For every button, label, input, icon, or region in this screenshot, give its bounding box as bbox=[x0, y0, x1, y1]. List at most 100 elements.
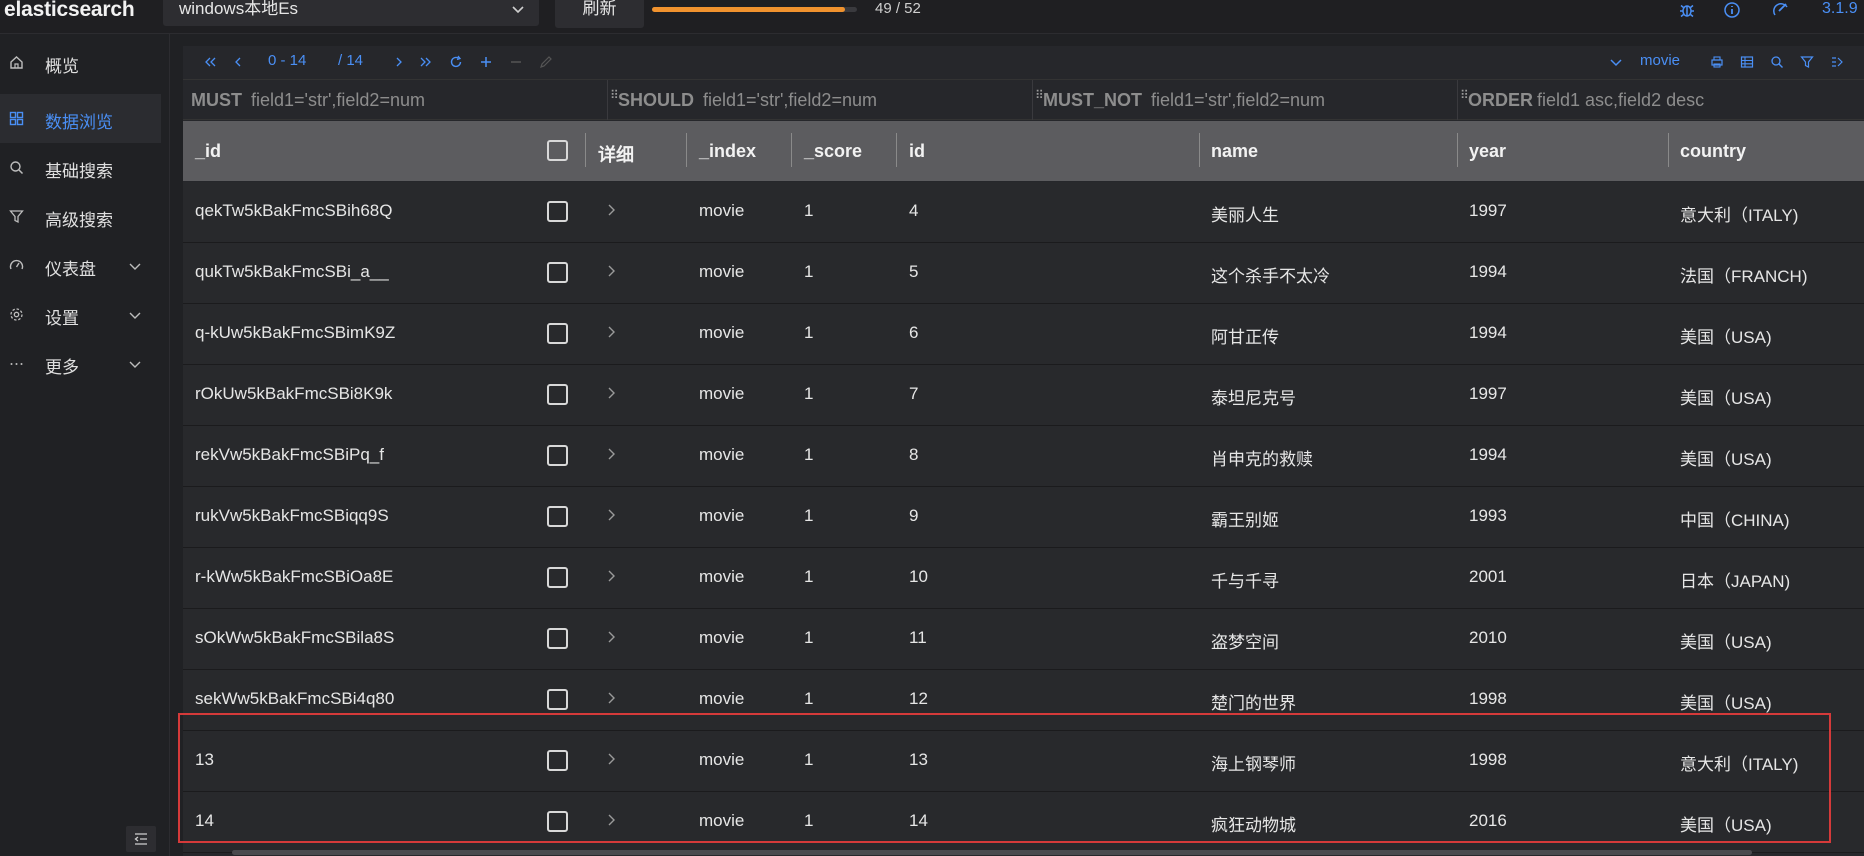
connection-select-value: windows本地Es bbox=[179, 0, 299, 18]
column-divider[interactable] bbox=[686, 133, 687, 167]
first-page-icon[interactable] bbox=[203, 55, 217, 69]
prev-page-icon[interactable] bbox=[231, 55, 245, 69]
expand-row-icon[interactable] bbox=[604, 813, 618, 827]
sidebar-item-advanced-search[interactable]: 高级搜索 bbox=[0, 192, 161, 241]
row-checkbox[interactable] bbox=[547, 689, 568, 710]
cell-country: 美国（USA) bbox=[1680, 816, 1772, 835]
table-view-icon[interactable] bbox=[1740, 55, 1754, 69]
select-all-checkbox[interactable] bbox=[547, 140, 568, 161]
last-page-icon[interactable] bbox=[419, 55, 433, 69]
order-filter-input[interactable]: ⠿ ORDER field1 asc,field2 desc bbox=[1458, 80, 1864, 120]
table-header: _id 详细 _index _score id name year countr… bbox=[183, 121, 1864, 181]
chevron-down-icon[interactable] bbox=[1609, 55, 1623, 69]
cell-index: movie bbox=[699, 811, 745, 830]
expand-row-icon[interactable] bbox=[604, 691, 618, 705]
print-icon[interactable] bbox=[1710, 55, 1724, 69]
search-icon[interactable] bbox=[1770, 55, 1784, 69]
collapse-sidebar-button[interactable] bbox=[126, 826, 156, 852]
column-divider[interactable] bbox=[791, 133, 792, 167]
sidebar: 概览 数据浏览 基础搜索 高级搜索 仪表盘 设置 更多 bbox=[0, 34, 170, 856]
refresh-icon[interactable] bbox=[449, 55, 463, 69]
drag-handle-icon[interactable]: ⠿ bbox=[1035, 89, 1044, 106]
row-checkbox[interactable] bbox=[547, 567, 568, 588]
row-checkbox[interactable] bbox=[547, 201, 568, 222]
table-row[interactable]: rekVw5kBakFmcSBiPq_f movie 1 8 肖申克的救赎 19… bbox=[183, 426, 1864, 487]
table-row[interactable]: 13 movie 1 13 海上钢琴师 1998 意大利（ITALY) bbox=[183, 731, 1864, 792]
refresh-button[interactable]: 刷新 bbox=[555, 0, 644, 28]
sidebar-item-dashboard[interactable]: 仪表盘 bbox=[0, 241, 161, 290]
row-checkbox[interactable] bbox=[547, 384, 568, 405]
cell-name: 霸王别姬 bbox=[1211, 511, 1279, 530]
sidebar-item-settings[interactable]: 设置 bbox=[0, 290, 161, 339]
cell-index: movie bbox=[699, 262, 745, 281]
filter-key: MUST bbox=[191, 90, 242, 110]
must-not-filter-input[interactable]: ⠿ MUST_NOT field1='str',field2=num bbox=[1033, 80, 1458, 120]
column-divider[interactable] bbox=[585, 133, 586, 167]
column-header-year[interactable]: year bbox=[1469, 141, 1506, 162]
column-header-id[interactable]: _id bbox=[195, 141, 221, 162]
table-row[interactable]: sekWw5kBakFmcSBi4q80 movie 1 12 楚门的世界 19… bbox=[183, 670, 1864, 731]
cell-id-field: 5 bbox=[909, 262, 919, 281]
sidebar-item-label: 设置 bbox=[45, 309, 79, 328]
column-header-score[interactable]: _score bbox=[804, 141, 862, 162]
sidebar-item-data-browse[interactable]: 数据浏览 bbox=[0, 94, 161, 143]
column-header-country[interactable]: country bbox=[1680, 141, 1746, 162]
table-row[interactable]: 14 movie 1 14 疯狂动物城 2016 美国（USA) bbox=[183, 792, 1864, 853]
drag-handle-icon[interactable]: ⠿ bbox=[1460, 89, 1469, 106]
table-row[interactable]: rukVw5kBakFmcSBiqq9S movie 1 9 霸王别姬 1993… bbox=[183, 487, 1864, 548]
expand-row-icon[interactable] bbox=[604, 752, 618, 766]
row-checkbox[interactable] bbox=[547, 323, 568, 344]
column-divider[interactable] bbox=[1199, 133, 1200, 167]
sidebar-item-basic-search[interactable]: 基础搜索 bbox=[0, 143, 161, 192]
row-checkbox[interactable] bbox=[547, 628, 568, 649]
row-checkbox[interactable] bbox=[547, 811, 568, 832]
add-icon[interactable] bbox=[479, 55, 493, 69]
row-checkbox[interactable] bbox=[547, 445, 568, 466]
expand-row-icon[interactable] bbox=[604, 386, 618, 400]
table-row[interactable]: rOkUw5kBakFmcSBi8K9k movie 1 7 泰坦尼克号 199… bbox=[183, 365, 1864, 426]
filter-icon[interactable] bbox=[1800, 55, 1814, 69]
table-row[interactable]: r-kWw5kBakFmcSBiOa8E movie 1 10 千与千寻 200… bbox=[183, 548, 1864, 609]
should-filter-input[interactable]: ⠿ SHOULD field1='str',field2=num bbox=[608, 80, 1033, 120]
cell-country: 美国（USA) bbox=[1680, 633, 1772, 652]
sidebar-item-overview[interactable]: 概览 bbox=[0, 38, 161, 87]
expand-row-icon[interactable] bbox=[604, 264, 618, 278]
table-row[interactable]: qekTw5kBakFmcSBih68Q movie 1 4 美丽人生 1997… bbox=[183, 182, 1864, 243]
home-icon bbox=[10, 56, 23, 69]
bug-icon[interactable] bbox=[1678, 1, 1696, 19]
connection-select[interactable]: windows本地Es bbox=[163, 0, 539, 26]
cell-name: 泰坦尼克号 bbox=[1211, 389, 1296, 408]
expand-row-icon[interactable] bbox=[604, 508, 618, 522]
column-header-index[interactable]: _index bbox=[699, 141, 756, 162]
table-row[interactable]: qukTw5kBakFmcSBi_a__ movie 1 5 这个杀手不太冷 1… bbox=[183, 243, 1864, 304]
expand-row-icon[interactable] bbox=[604, 569, 618, 583]
column-header-id-field[interactable]: id bbox=[909, 141, 925, 162]
row-checkbox[interactable] bbox=[547, 750, 568, 771]
info-icon[interactable] bbox=[1723, 1, 1741, 19]
column-divider[interactable] bbox=[1668, 133, 1669, 167]
row-checkbox[interactable] bbox=[547, 262, 568, 283]
sidebar-item-more[interactable]: 更多 bbox=[0, 339, 161, 388]
theme-icon[interactable] bbox=[1772, 1, 1790, 19]
cell-name: 阿甘正传 bbox=[1211, 328, 1279, 347]
expand-row-icon[interactable] bbox=[604, 203, 618, 217]
edit-icon[interactable] bbox=[539, 55, 553, 69]
expand-row-icon[interactable] bbox=[604, 630, 618, 644]
index-selector[interactable]: movie bbox=[1640, 52, 1680, 69]
column-divider[interactable] bbox=[896, 133, 897, 167]
column-header-name[interactable]: name bbox=[1211, 141, 1258, 162]
query-filter-row: MUST field1='str',field2=num ⠿ SHOULD fi… bbox=[183, 80, 1864, 120]
version-label[interactable]: 3.1.9 bbox=[1822, 0, 1858, 18]
table-row[interactable]: q-kUw5kBakFmcSBimK9Z movie 1 6 阿甘正传 1994… bbox=[183, 304, 1864, 365]
minus-icon[interactable] bbox=[509, 55, 523, 69]
drag-handle-icon[interactable]: ⠿ bbox=[610, 89, 619, 106]
columns-icon[interactable] bbox=[1830, 55, 1844, 69]
column-divider[interactable] bbox=[1457, 133, 1458, 167]
table-row[interactable]: sOkWw5kBakFmcSBila8S movie 1 11 盗梦空间 201… bbox=[183, 609, 1864, 670]
expand-row-icon[interactable] bbox=[604, 447, 618, 461]
expand-row-icon[interactable] bbox=[604, 325, 618, 339]
next-page-icon[interactable] bbox=[392, 55, 406, 69]
must-filter-input[interactable]: MUST field1='str',field2=num bbox=[183, 80, 608, 120]
row-checkbox[interactable] bbox=[547, 506, 568, 527]
horizontal-scrollbar[interactable] bbox=[232, 850, 1752, 855]
